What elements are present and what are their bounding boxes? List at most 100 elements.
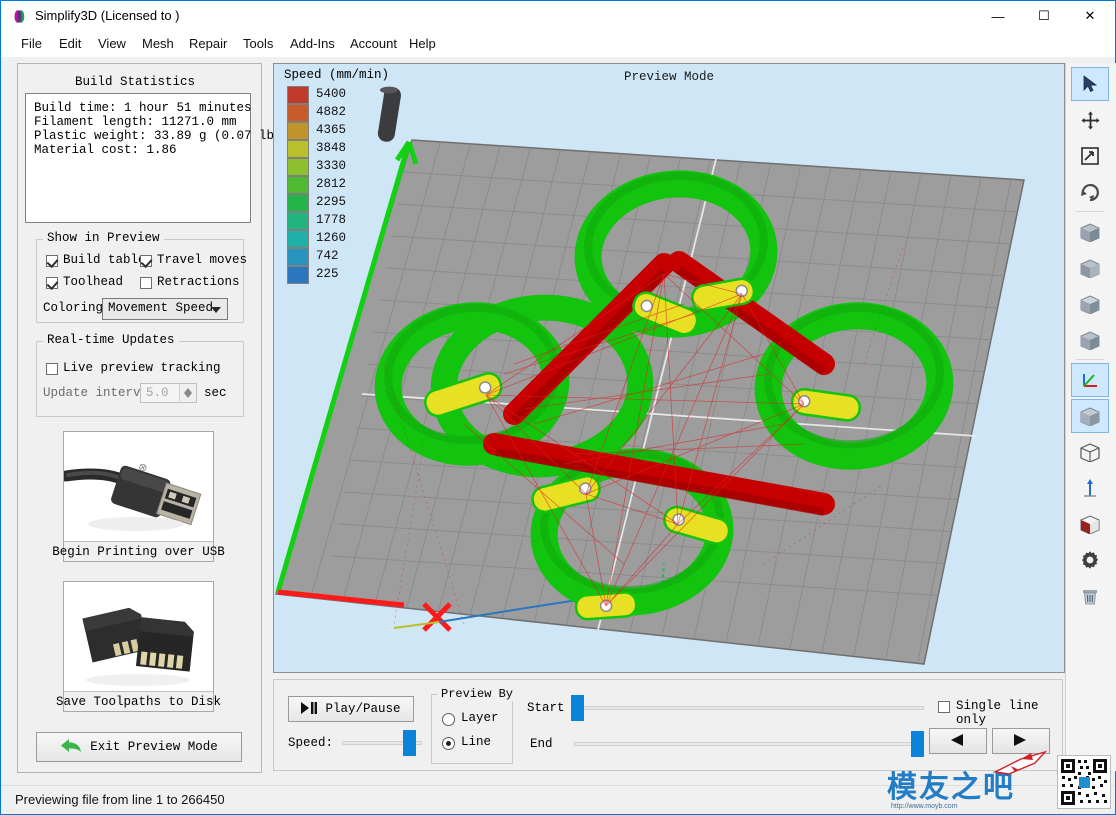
select-arrow-icon[interactable]	[1071, 67, 1109, 101]
view-side-icon[interactable]	[1071, 251, 1109, 285]
legend-swatch	[287, 140, 309, 158]
menu-account[interactable]: Account	[342, 31, 405, 57]
legend-swatch	[287, 86, 309, 104]
preview-by-group	[431, 694, 513, 764]
stepper-down-icon[interactable]	[184, 393, 192, 398]
sd-card-photo	[64, 582, 213, 691]
end-label: End	[530, 737, 553, 751]
legend-value: 2295	[316, 195, 347, 209]
maximize-button[interactable]: ☐	[1021, 1, 1067, 31]
legend-row: 2295	[284, 194, 389, 212]
close-button[interactable]: ✕	[1067, 1, 1113, 31]
close-icon: ✕	[1084, 8, 1096, 23]
legend-row: 1260	[284, 230, 389, 248]
pan-move-icon[interactable]	[1071, 103, 1109, 137]
status-message: Previewing file from line 1 to 266450	[15, 792, 225, 807]
watermark: 模友之吧 http://www.moyb.com	[887, 750, 1113, 812]
cross-section-icon[interactable]	[1071, 507, 1109, 541]
stat-material-cost: Material cost: 1.86	[34, 143, 177, 157]
checkbox-retractions[interactable]	[140, 277, 152, 289]
zoom-region-icon[interactable]	[1071, 139, 1109, 173]
previous-button[interactable]	[929, 728, 987, 754]
z-axis-arrow-icon[interactable]	[1071, 471, 1109, 505]
legend-swatch	[287, 158, 309, 176]
menu-bar: File Edit View Mesh Repair Tools Add-Ins…	[1, 31, 1115, 57]
save-toolpaths-button[interactable]: Save Toolpaths to Disk	[56, 581, 221, 712]
toolbar-divider	[1076, 211, 1104, 212]
wireframe-cube-icon[interactable]	[1071, 435, 1109, 469]
begin-printing-usb-button[interactable]: ⊗ Begin Printing over USB	[52, 431, 225, 562]
settings-gear-icon[interactable]	[1071, 543, 1109, 577]
checkbox-live-preview-tracking[interactable]	[46, 363, 58, 375]
checkbox-toolhead[interactable]	[46, 277, 58, 289]
menu-file[interactable]: File	[13, 31, 50, 57]
view-iso-icon[interactable]	[1071, 323, 1109, 357]
checkbox-build-table[interactable]	[46, 255, 58, 267]
legend-row: 4365	[284, 122, 389, 140]
minimize-button[interactable]: —	[975, 1, 1021, 31]
build-plate-scene	[274, 64, 1064, 670]
solid-cube-icon[interactable]	[1071, 399, 1109, 433]
radio-line[interactable]	[442, 737, 455, 750]
speed-slider-thumb[interactable]	[403, 730, 416, 756]
label-travel-moves: Travel moves	[157, 253, 248, 267]
legend-row: 4882	[284, 104, 389, 122]
stat-build-time: Build time: 1 hour 51 minutes	[34, 101, 252, 115]
legend-row: 2812	[284, 176, 389, 194]
simplify3d-logo-icon	[13, 9, 28, 24]
play-pause-button[interactable]: Play/Pause	[288, 696, 414, 722]
stat-plastic-weight: Plastic weight: 33.89 g (0.07 lb)	[34, 129, 282, 143]
coloring-dropdown[interactable]: Movement Speed	[102, 298, 228, 320]
menu-help[interactable]: Help	[401, 31, 444, 57]
menu-repair[interactable]: Repair	[181, 31, 235, 57]
view-front-icon[interactable]	[1071, 215, 1109, 249]
play-pause-icon	[301, 701, 318, 717]
trash-icon[interactable]	[1071, 579, 1109, 613]
minimize-icon: —	[991, 8, 1005, 24]
legend-swatch	[287, 248, 309, 266]
3d-viewport[interactable]: Preview Mode Speed (mm/min) 5400 4882 43…	[273, 63, 1065, 673]
radio-layer[interactable]	[442, 713, 455, 726]
axis-view-icon[interactable]	[1071, 363, 1109, 397]
legend-value: 4882	[316, 105, 347, 119]
view-top-icon[interactable]	[1071, 287, 1109, 321]
right-toolbar	[1065, 63, 1116, 771]
checkbox-single-line-only[interactable]	[938, 701, 950, 713]
legend-value: 1260	[316, 231, 347, 245]
sd-button-label: Save Toolpaths to Disk	[56, 691, 221, 711]
legend-row: 1778	[284, 212, 389, 230]
start-label: Start	[527, 701, 565, 715]
label-line: Line	[461, 735, 492, 749]
end-slider-track[interactable]	[574, 742, 924, 746]
realtime-updates-title: Real-time Updates	[43, 333, 179, 347]
start-slider-thumb[interactable]	[571, 695, 584, 721]
menu-tools[interactable]: Tools	[235, 31, 281, 57]
menu-mesh[interactable]: Mesh	[134, 31, 182, 57]
legend-row: 225	[284, 266, 389, 284]
speed-label: Speed:	[288, 736, 334, 750]
legend-value: 5400	[316, 87, 347, 101]
play-pause-label: Play/Pause	[325, 702, 401, 716]
stepper-buttons[interactable]	[179, 384, 196, 402]
build-statistics-title: Build Statistics	[71, 75, 200, 89]
coloring-value: Movement Speed	[108, 301, 214, 315]
label-update-interval-unit: sec	[204, 386, 227, 400]
menu-view[interactable]: View	[90, 31, 134, 57]
realtime-updates-group	[36, 341, 244, 417]
legend-swatch	[287, 176, 309, 194]
start-slider-track[interactable]	[574, 706, 924, 710]
menu-edit[interactable]: Edit	[51, 31, 89, 57]
update-interval-stepper[interactable]: 5.0	[140, 383, 197, 403]
rotate-view-icon[interactable]	[1071, 175, 1109, 209]
usb-cable-photo: ⊗	[64, 432, 213, 541]
legend-row: 3330	[284, 158, 389, 176]
legend-swatch	[287, 122, 309, 140]
menu-addins[interactable]: Add-Ins	[282, 31, 343, 57]
maximize-icon: ☐	[1038, 8, 1050, 23]
window-title: Simplify3D (Licensed to )	[35, 8, 180, 23]
checkbox-travel-moves[interactable]	[140, 255, 152, 267]
label-layer: Layer	[461, 711, 499, 725]
exit-preview-mode-button[interactable]: Exit Preview Mode	[36, 732, 242, 762]
toolbar-divider	[1076, 359, 1104, 360]
qr-code-icon	[1057, 755, 1111, 809]
